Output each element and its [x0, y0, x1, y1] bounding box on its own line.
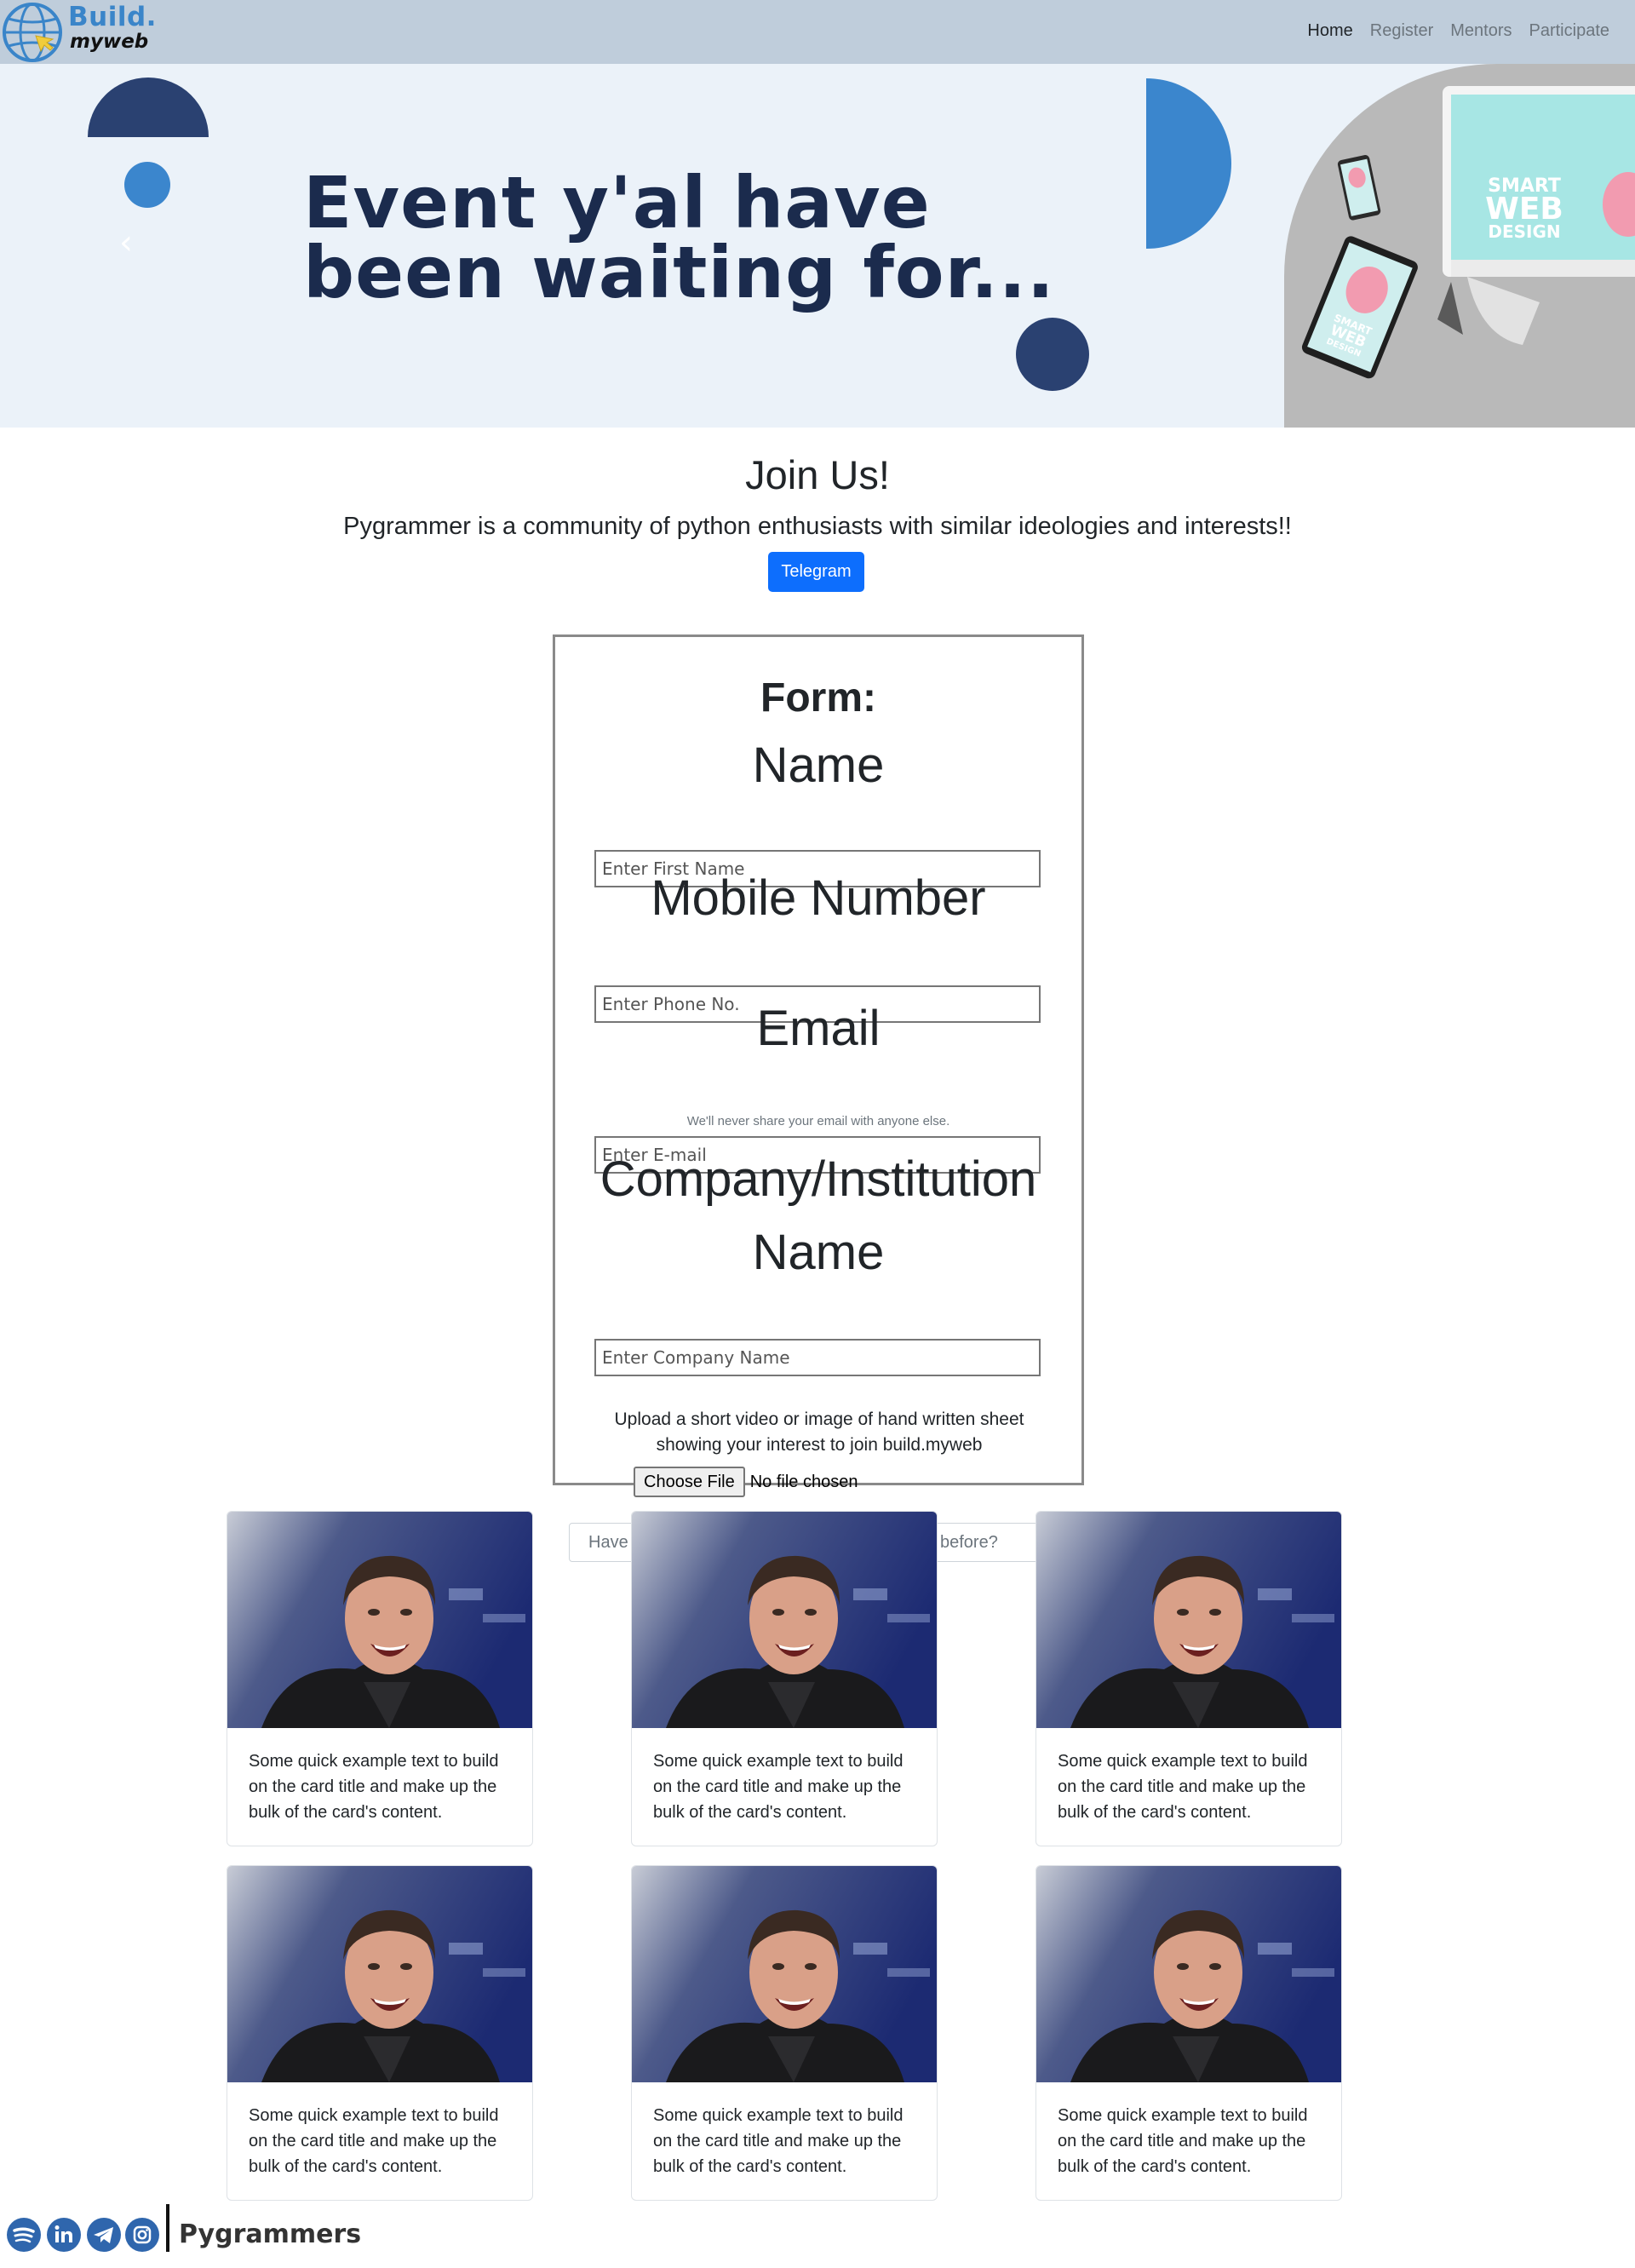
company-label-line2: Name	[752, 1225, 885, 1280]
card-image	[632, 1866, 937, 2082]
globe-icon	[3, 3, 62, 62]
navbar: Build. myweb Home Register Mentors Parti…	[0, 0, 1635, 64]
footer: Pygrammers	[0, 2204, 443, 2254]
carousel-prev-icon[interactable]: ‹	[109, 226, 143, 260]
instagram-icon[interactable]	[125, 2218, 159, 2252]
file-status: No file chosen	[749, 1472, 858, 1491]
card: Some quick example text to build on the …	[631, 1511, 938, 1846]
nav-register[interactable]: Register	[1370, 19, 1433, 43]
linkedin-icon[interactable]	[47, 2218, 81, 2252]
navy-semicircle-shape	[88, 78, 209, 137]
email-help-text: We'll never share your email with anyone…	[686, 1114, 950, 1128]
blue-halfcircle-shape	[1146, 78, 1231, 249]
hero-title-line2: been waiting for...	[303, 231, 1055, 314]
card-text: Some quick example text to build on the …	[653, 1752, 904, 1822]
file-upload: Choose File No file chosen	[634, 1466, 858, 1498]
mobile-label: Mobile Number	[651, 870, 986, 926]
brand-line1: Build.	[68, 2, 157, 32]
brand-logo[interactable]: Build. myweb	[0, 0, 156, 64]
join-subtitle: Pygrammer is a community of python enthu…	[343, 513, 1292, 540]
upload-instructions: Upload a short video or image of hand wr…	[614, 1410, 1024, 1455]
card-image	[227, 1512, 532, 1728]
card-text: Some quick example text to build on the …	[653, 2106, 904, 2176]
navy-dot-shape	[1016, 318, 1089, 391]
card-image	[1036, 1512, 1341, 1728]
card: Some quick example text to build on the …	[1036, 1865, 1342, 2201]
card: Some quick example text to build on the …	[631, 1865, 938, 2201]
card-text: Some quick example text to build on the …	[1058, 2106, 1308, 2176]
footer-brand: Pygrammers	[179, 2219, 362, 2249]
card-image	[632, 1512, 937, 1728]
hero-title: Event y'al have been waiting for...	[303, 161, 1070, 314]
nav-mentors[interactable]: Mentors	[1450, 19, 1512, 43]
smart-web-design-illustration: SMART WEB DESIGN SMART WEB DESIGN	[1284, 64, 1635, 428]
hero-carousel: ‹ Event y'al have been waiting for... SM…	[0, 64, 1635, 428]
card: Some quick example text to build on the …	[227, 1511, 533, 1846]
join-title: Join Us!	[745, 452, 890, 497]
brand-line2: myweb	[70, 31, 149, 53]
company-label-line1: Company/Institution	[600, 1151, 1037, 1207]
question-text-right: before?	[940, 1533, 998, 1552]
card-text: Some quick example text to build on the …	[1058, 1752, 1308, 1822]
choose-file-button[interactable]: Choose File	[634, 1467, 745, 1497]
footer-divider	[166, 2204, 169, 2252]
card-image	[1036, 1866, 1341, 2082]
spotify-icon[interactable]	[7, 2218, 41, 2252]
hero-title-line1: Event y'al have	[303, 161, 931, 244]
card-text: Some quick example text to build on the …	[249, 2106, 499, 2176]
card: Some quick example text to build on the …	[227, 1865, 533, 2201]
nav-links: Home Register Mentors Participate	[1307, 19, 1609, 43]
blue-dot-shape	[124, 162, 170, 208]
card-image	[227, 1866, 532, 2082]
nav-home[interactable]: Home	[1307, 19, 1352, 43]
screen-text-3: DESIGN	[1488, 221, 1560, 242]
name-label: Name	[752, 738, 885, 793]
email-label: Email	[756, 1001, 881, 1056]
registration-form: Form: Name Mobile Number Email We'll nev…	[553, 634, 1084, 1485]
card: Some quick example text to build on the …	[1036, 1511, 1342, 1846]
form-title: Form:	[760, 675, 876, 721]
question-text-left: Have	[588, 1533, 628, 1552]
company-input[interactable]	[594, 1339, 1041, 1376]
card-text: Some quick example text to build on the …	[249, 1752, 499, 1822]
telegram-icon[interactable]	[87, 2218, 121, 2252]
telegram-button[interactable]: Telegram	[768, 552, 864, 592]
nav-participate[interactable]: Participate	[1529, 19, 1610, 43]
